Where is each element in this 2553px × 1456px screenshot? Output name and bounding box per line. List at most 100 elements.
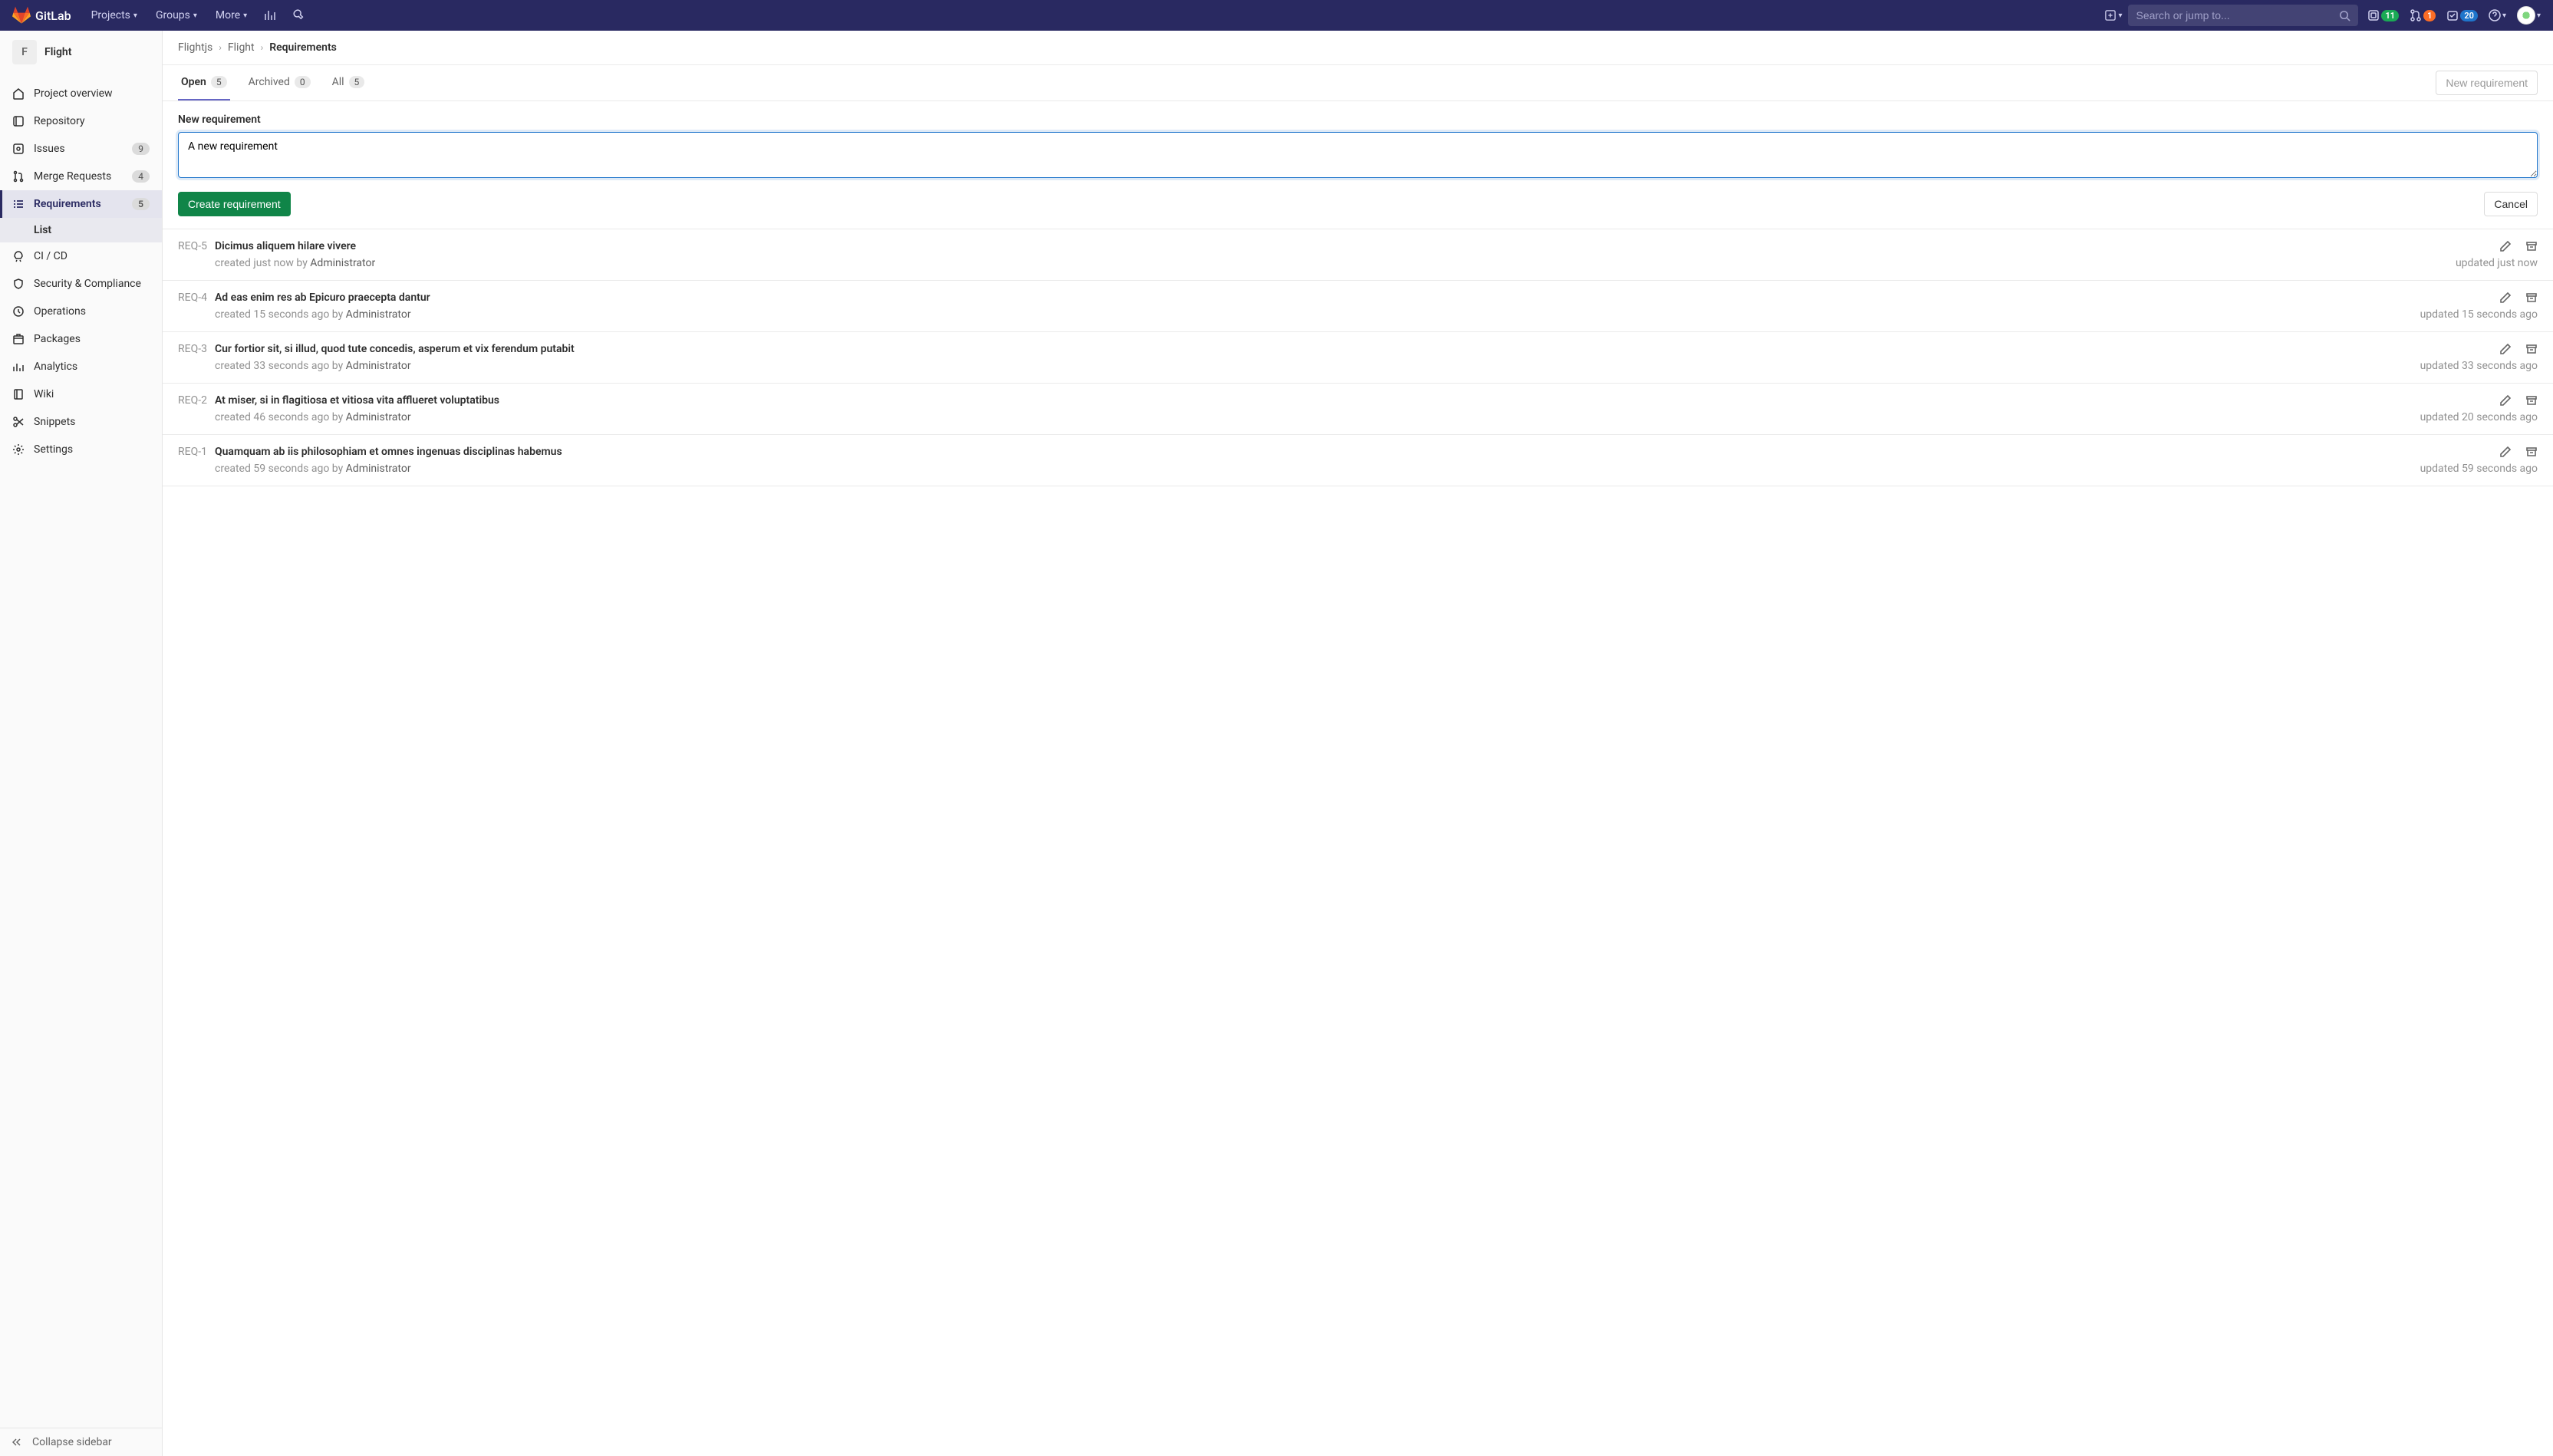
cancel-button[interactable]: Cancel (2484, 192, 2538, 216)
shield-icon (12, 278, 25, 290)
sidebar-item-label: Repository (34, 115, 150, 127)
requirement-updated: updated 15 seconds ago (2420, 308, 2538, 321)
home-icon (12, 87, 25, 100)
requirement-updated: updated 20 seconds ago (2420, 411, 2538, 423)
todos-count-badge: 20 (2460, 10, 2478, 21)
requirement-title[interactable]: Dicimus aliquem hilare vivere (215, 240, 356, 252)
breadcrumb-project[interactable]: Flight (228, 41, 255, 54)
tab-label: Open (181, 76, 206, 88)
requirement-row: REQ-2 At miser, si in flagitiosa et viti… (163, 384, 2553, 435)
requirement-title[interactable]: Ad eas enim res ab Epicuro praecepta dan… (215, 292, 430, 304)
edit-icon[interactable] (2499, 343, 2512, 355)
requirement-author[interactable]: Administrator (310, 257, 375, 269)
nav-help[interactable]: ▾ (2489, 9, 2506, 21)
sidebar-item-badge: 4 (132, 170, 150, 183)
merge-request-icon (2410, 9, 2422, 21)
sidebar-item-label: Wiki (34, 388, 150, 400)
requirement-row: REQ-4 Ad eas enim res ab Epicuro praecep… (163, 281, 2553, 332)
sidebar-item-snippets[interactable]: Snippets (0, 408, 162, 436)
merge-request-icon (12, 170, 25, 183)
breadcrumb-separator: › (261, 42, 264, 53)
breadcrumb-current: Requirements (269, 41, 337, 54)
sidebar-item-wiki[interactable]: Wiki (0, 380, 162, 408)
gitlab-logo-icon (12, 6, 31, 25)
requirement-author[interactable]: Administrator (346, 360, 411, 372)
edit-icon[interactable] (2499, 292, 2512, 304)
nav-plus-dropdown[interactable]: ▾ (2099, 5, 2128, 25)
requirement-meta: created 15 seconds ago by Administrator (178, 308, 2420, 321)
archive-icon[interactable] (2525, 394, 2538, 407)
tab-all[interactable]: All 5 (329, 65, 368, 100)
sidebar-item-packages[interactable]: Packages (0, 325, 162, 353)
chevron-down-icon: ▾ (2118, 12, 2122, 20)
requirement-id: REQ-4 (178, 292, 207, 304)
nav-groups[interactable]: Groups▾ (148, 5, 205, 26)
archive-icon[interactable] (2525, 292, 2538, 304)
sidebar-item-merge-requests[interactable]: Merge Requests 4 (0, 163, 162, 190)
todos-icon (2446, 9, 2459, 21)
edit-icon[interactable] (2499, 394, 2512, 407)
requirement-author[interactable]: Administrator (346, 308, 411, 321)
requirements-icon (12, 198, 25, 210)
breadcrumb-group[interactable]: Flightjs (178, 41, 212, 54)
requirement-id: REQ-2 (178, 394, 207, 407)
requirement-title[interactable]: At miser, si in flagitiosa et vitiosa vi… (215, 394, 499, 407)
archive-icon[interactable] (2525, 343, 2538, 355)
logo-area[interactable]: GitLab (12, 6, 71, 25)
sidebar-item-cicd[interactable]: CI / CD (0, 242, 162, 270)
create-requirement-button[interactable]: Create requirement (178, 192, 291, 216)
rocket-icon (12, 250, 25, 262)
sidebar-item-label: CI / CD (34, 250, 150, 262)
archive-icon[interactable] (2525, 240, 2538, 252)
sidebar-item-label: Analytics (34, 361, 150, 373)
nav-wrench-icon[interactable] (285, 5, 310, 26)
global-search[interactable] (2128, 5, 2358, 26)
collapse-label: Collapse sidebar (32, 1436, 112, 1448)
book-icon (12, 388, 25, 400)
nav-issues-counter[interactable]: 11 (2367, 9, 2399, 21)
analytics-icon (12, 361, 25, 373)
sidebar-item-issues[interactable]: Issues 9 (0, 135, 162, 163)
requirement-author[interactable]: Administrator (346, 411, 411, 423)
nav-projects[interactable]: Projects▾ (84, 5, 145, 26)
requirement-author[interactable]: Administrator (346, 463, 411, 475)
edit-icon[interactable] (2499, 240, 2512, 252)
mr-count-badge: 1 (2423, 10, 2436, 21)
sidebar-item-security[interactable]: Security & Compliance (0, 270, 162, 298)
top-navbar: GitLab Projects▾ Groups▾ More▾ ▾ 11 1 20… (0, 0, 2553, 31)
sidebar-item-operations[interactable]: Operations (0, 298, 162, 325)
issues-count-badge: 11 (2381, 10, 2399, 21)
search-input[interactable] (2136, 9, 2339, 21)
project-name: Flight (44, 46, 71, 58)
new-requirement-button[interactable]: New requirement (2436, 71, 2538, 95)
sidebar-item-overview[interactable]: Project overview (0, 80, 162, 107)
sidebar-subitem-list[interactable]: List (0, 218, 162, 242)
requirement-row: REQ-3 Cur fortior sit, si illud, quod tu… (163, 332, 2553, 384)
sidebar-item-repository[interactable]: Repository (0, 107, 162, 135)
help-icon (2489, 9, 2501, 21)
requirement-title[interactable]: Cur fortior sit, si illud, quod tute con… (215, 343, 575, 355)
sidebar-item-requirements[interactable]: Requirements 5 (0, 190, 162, 218)
tab-open[interactable]: Open 5 (178, 65, 230, 100)
requirement-title[interactable]: Quamquam ab iis philosophiam et omnes in… (215, 446, 562, 458)
form-label: New requirement (178, 114, 2538, 126)
nav-merge-requests-counter[interactable]: 1 (2410, 9, 2436, 21)
sidebar-item-settings[interactable]: Settings (0, 436, 162, 463)
nav-milestones-icon[interactable] (258, 5, 282, 26)
issues-icon (12, 143, 25, 155)
tab-count: 0 (295, 76, 311, 88)
requirement-title-input[interactable] (178, 132, 2538, 178)
project-header[interactable]: F Flight (0, 31, 162, 74)
nav-more[interactable]: More▾ (208, 5, 255, 26)
sidebar-item-analytics[interactable]: Analytics (0, 353, 162, 380)
archive-icon[interactable] (2525, 446, 2538, 458)
sidebar-item-label: Snippets (34, 416, 150, 428)
user-menu[interactable]: ▾ (2517, 6, 2541, 25)
edit-icon[interactable] (2499, 446, 2512, 458)
collapse-sidebar[interactable]: Collapse sidebar (0, 1428, 162, 1456)
nav-todos-counter[interactable]: 20 (2446, 9, 2478, 21)
sidebar-item-label: Merge Requests (34, 170, 123, 183)
chevron-down-icon: ▾ (2502, 12, 2506, 20)
requirement-updated: updated 33 seconds ago (2420, 360, 2538, 372)
tab-archived[interactable]: Archived 0 (245, 65, 314, 100)
